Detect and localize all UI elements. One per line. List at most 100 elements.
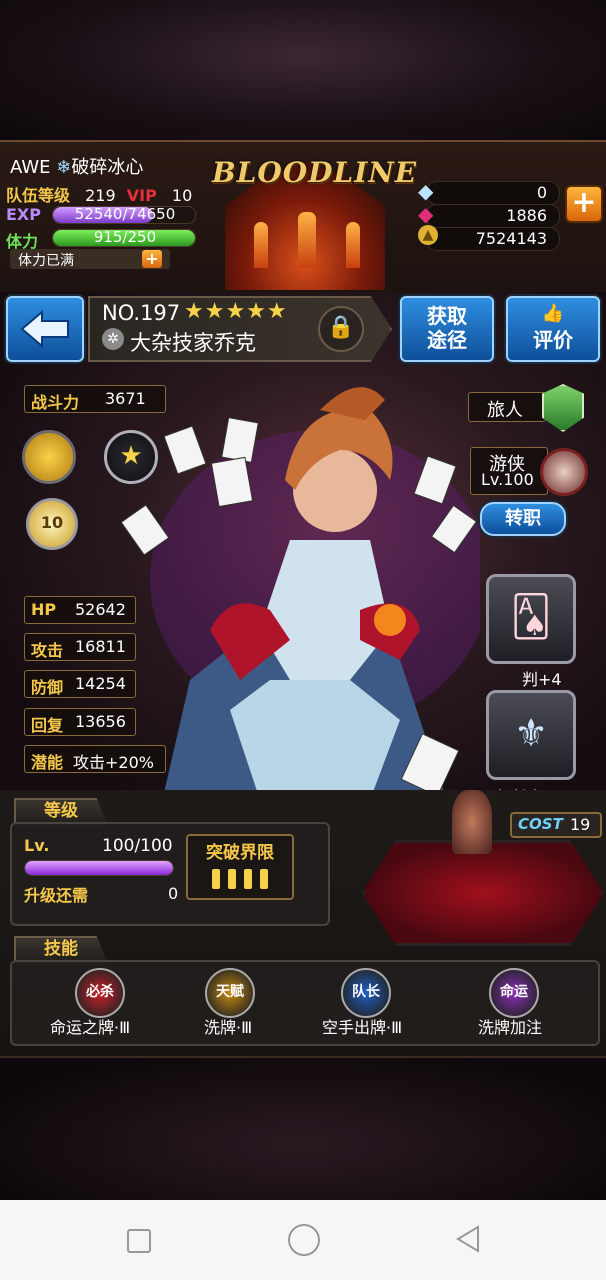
player-prefix: AWE <box>10 157 51 178</box>
stat-potential-label: 潜能 <box>31 753 64 772</box>
job-box: 游侠 Lv.100 <box>470 447 548 495</box>
star-emblem-icon[interactable]: ★ <box>104 430 158 484</box>
level-bar <box>24 860 174 876</box>
stat-attack-label: 攻击 <box>31 641 64 660</box>
stat-defense: 防御 14254 <box>24 670 136 698</box>
top-backdrop <box>0 0 606 140</box>
level-bar-fill <box>25 861 173 875</box>
gear-icon: ✲ <box>102 328 124 350</box>
combat-power-box: 战斗力 3671 <box>24 385 166 413</box>
gold-value: 7524143 <box>475 229 547 248</box>
hero-illustration <box>120 387 480 810</box>
mini-hero-sprite <box>452 790 492 854</box>
obtain-route-button[interactable]: 获取 途径 <box>400 296 494 362</box>
gem-value: 1886 <box>506 206 547 225</box>
upgrade-need-value: 0 <box>168 884 179 903</box>
breakthrough-slot <box>244 869 252 889</box>
stat-hp-label: HP <box>31 600 57 619</box>
stat-hp-value: 52642 <box>75 600 126 619</box>
obtain-line-1: 获取 <box>427 304 467 328</box>
equipment-slot-1[interactable]: 🂡 <box>486 574 576 664</box>
heart-level-badge[interactable]: 10 <box>26 498 78 550</box>
gold-coin-icon: ▲ <box>418 225 438 245</box>
arrow-left-icon <box>20 309 69 349</box>
game-logo: BLOODLINE <box>212 156 418 189</box>
crystal-row: 0 <box>426 181 560 205</box>
skill-3[interactable]: 队长 <box>336 968 396 1018</box>
back-nav-icon[interactable] <box>454 1224 482 1254</box>
stat-hp: HP 52642 <box>24 596 136 624</box>
breakthrough-slot <box>212 869 220 889</box>
review-button[interactable]: 👍 评价 <box>506 296 600 362</box>
winged-boots-icon: ⚜ <box>513 711 549 755</box>
job-level: Lv.100 <box>481 470 534 489</box>
thumbs-up-icon: 👍 <box>541 303 565 324</box>
combat-power-label: 战斗力 <box>31 393 80 412</box>
team-level-label: 队伍等级 <box>6 186 71 205</box>
hero-name: 大杂技家乔克 <box>130 331 256 355</box>
crystal-value: 0 <box>536 183 547 202</box>
equipment-slot-2[interactable]: ⚜ <box>486 690 576 780</box>
gold-row: 7524143 <box>426 227 560 251</box>
sun-badge-icon[interactable] <box>22 430 76 484</box>
stained-glass-right <box>346 222 360 268</box>
vip-label: VIP <box>126 186 157 205</box>
gem-icon: ◆ <box>418 202 434 226</box>
breakthrough-box[interactable]: 突破界限 <box>186 834 294 900</box>
stained-glass-left <box>254 222 268 268</box>
exp-value: 52540/74650 <box>74 205 176 223</box>
add-stamina-button[interactable]: + <box>142 250 162 268</box>
player-name: 破碎冰心 <box>71 157 144 178</box>
system-nav-bar <box>0 1200 606 1280</box>
skill-2-name: 洗牌·Ⅲ <box>204 1018 253 1037</box>
skill-badge-icon: 必杀 <box>75 968 125 1018</box>
equipment-1-label: 判+4 <box>522 670 562 689</box>
team-level-row: 队伍等级 219 VIP 10 <box>6 182 192 206</box>
lv-value: 100/100 <box>102 836 173 856</box>
stat-defense-value: 14254 <box>75 674 126 693</box>
back-button[interactable] <box>6 296 84 362</box>
cards-icon: 🂡 <box>510 594 552 640</box>
cost-value: 19 <box>570 815 591 834</box>
stained-glass-center <box>298 212 316 268</box>
player-name-line: AWE ❄破碎冰心 <box>10 153 143 179</box>
exp-label: EXP <box>6 205 41 224</box>
home-icon[interactable] <box>288 1224 320 1256</box>
race-box: 旅人 <box>468 392 546 422</box>
cost-label: COST <box>518 815 563 833</box>
snowflake-icon: ❄ <box>56 157 72 178</box>
stat-recovery-label: 回复 <box>31 716 64 735</box>
add-currency-button[interactable]: + <box>565 185 603 223</box>
skill-badge-icon: 队长 <box>341 968 391 1018</box>
stat-potential: 潜能 攻击+20% <box>24 745 166 773</box>
job-emblem-icon <box>540 448 588 496</box>
skill-badge-icon: 天赋 <box>205 968 255 1018</box>
stat-recovery-value: 13656 <box>75 712 126 731</box>
change-job-button[interactable]: 转职 <box>480 502 566 536</box>
combat-power-value: 3671 <box>105 389 146 408</box>
lv-label: Lv. <box>24 836 50 855</box>
skill-badge-icon: 命运 <box>489 968 539 1018</box>
skill-4[interactable]: 命运 <box>484 968 544 1018</box>
breakthrough-slots <box>188 869 292 889</box>
stat-potential-value: 攻击+20% <box>73 753 154 772</box>
gem-row: 1886 <box>426 204 560 228</box>
hero-number: NO.197 <box>102 301 181 325</box>
skill-4-name: 洗牌加注 <box>478 1018 543 1037</box>
vip-value: 10 <box>171 186 193 205</box>
review-label: 评价 <box>533 328 573 352</box>
skill-3-name: 空手出牌·Ⅲ <box>322 1018 403 1037</box>
skill-1[interactable]: 必杀 <box>70 968 130 1018</box>
stat-attack-value: 16811 <box>75 637 126 656</box>
race-label: 旅人 <box>487 400 523 421</box>
breakthrough-slot <box>228 869 236 889</box>
stat-attack: 攻击 16811 <box>24 633 136 661</box>
skill-2[interactable]: 天赋 <box>200 968 260 1018</box>
recents-icon[interactable] <box>127 1229 151 1253</box>
summon-pedestal <box>362 840 604 946</box>
cost-box: COST 19 <box>510 812 602 838</box>
skill-1-name: 命运之牌·Ⅲ <box>50 1018 131 1037</box>
lock-icon[interactable]: 🔒 <box>318 306 364 352</box>
crystal-icon: ◆ <box>418 179 434 203</box>
breakthrough-label: 突破界限 <box>206 843 274 863</box>
